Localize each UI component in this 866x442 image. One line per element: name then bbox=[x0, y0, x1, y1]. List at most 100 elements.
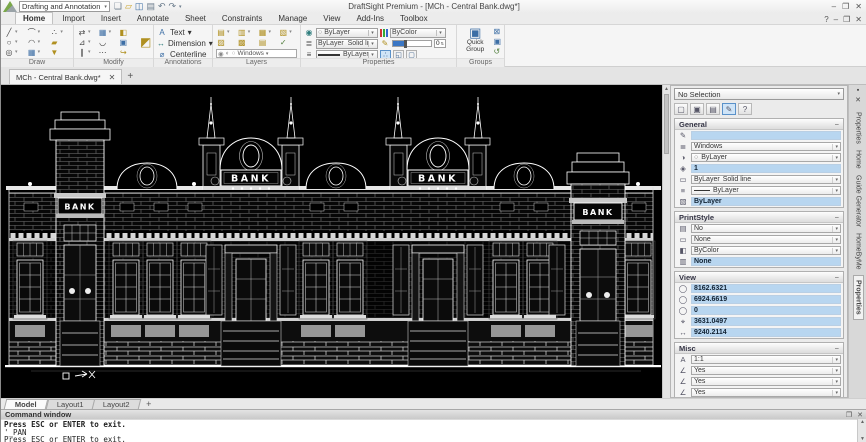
misc-combo-1[interactable]: Yes ▾ bbox=[691, 366, 841, 375]
sweep-tool-icon[interactable]: ◩ bbox=[140, 27, 151, 57]
tab-annotate[interactable]: Annotate bbox=[130, 13, 176, 24]
tab-sheet[interactable]: Sheet bbox=[178, 13, 213, 24]
edit-group-icon[interactable]: ▣ bbox=[493, 37, 501, 46]
section-misc-header[interactable]: Misc − bbox=[675, 343, 843, 354]
maximize-icon[interactable]: ❐ bbox=[842, 2, 849, 11]
transparency-spinner[interactable]: 0 ⇅ bbox=[434, 39, 446, 48]
layer-filter-combo[interactable]: ◉ ◐ ○ Windows ▾ bbox=[216, 49, 297, 58]
save-file-icon[interactable]: ◫ bbox=[135, 1, 144, 12]
tab-manage[interactable]: Manage bbox=[271, 13, 314, 24]
scroll-down-icon[interactable]: ▼ bbox=[858, 436, 866, 442]
palette-tool-2[interactable]: ▣ bbox=[690, 103, 704, 115]
layer-combo[interactable]: Windows ▾ bbox=[691, 142, 841, 151]
trim-tool-icon[interactable]: ◧ bbox=[118, 27, 137, 37]
tab-layout2[interactable]: Layout2 bbox=[92, 399, 142, 409]
transparency-field[interactable]: ByLayer bbox=[691, 197, 841, 206]
strip-close-icon[interactable]: ✕ bbox=[855, 96, 861, 104]
layer-match-icon[interactable]: ▩ bbox=[237, 37, 256, 47]
side-tab-properties-active[interactable]: Properties bbox=[852, 275, 864, 320]
side-tab-guide-generator[interactable]: Guide Generator bbox=[855, 175, 862, 227]
close-document-icon[interactable]: ✕ bbox=[109, 73, 116, 82]
height-value[interactable]: 3631.0497 bbox=[691, 317, 841, 326]
palette-tool-3[interactable]: ▤ bbox=[706, 103, 720, 115]
move-tool-icon[interactable]: ⇄ ▾ bbox=[77, 27, 96, 37]
side-tab-homebyme[interactable]: HomeByMe bbox=[855, 233, 862, 270]
minimize-icon[interactable]: – bbox=[832, 2, 836, 11]
transparency-slider[interactable] bbox=[392, 40, 432, 48]
layer-check-icon[interactable]: ✓ bbox=[278, 37, 297, 47]
layer-freeze-icon[interactable]: ▥ ▾ bbox=[237, 27, 256, 37]
color-field[interactable] bbox=[691, 131, 841, 140]
open-file-icon[interactable]: ▱ bbox=[125, 1, 132, 12]
polygon-tool-icon[interactable]: ▼ bbox=[49, 47, 70, 57]
document-tab[interactable]: MCh - Central Bank.dwg* ✕ bbox=[9, 69, 123, 84]
layer-off-icon[interactable]: ▦ ▾ bbox=[258, 27, 277, 37]
printstyle-field[interactable]: None bbox=[691, 257, 841, 266]
side-tab-properties[interactable]: Properties bbox=[855, 112, 862, 144]
table-tool-icon[interactable]: ▦ ▾ bbox=[27, 47, 48, 57]
mdi-close-icon[interactable]: ✕ bbox=[855, 15, 862, 24]
close-icon[interactable]: ✕ bbox=[855, 2, 862, 11]
command-close-icon[interactable]: ✕ bbox=[857, 411, 863, 419]
arc-tool-icon[interactable]: ⌒ ▾ bbox=[27, 27, 48, 37]
rotate-tool-icon[interactable]: ⊿ ▾ bbox=[77, 37, 96, 47]
printstyle-combo-1[interactable]: No ▾ bbox=[691, 224, 841, 233]
printstyle-combo-3[interactable]: ByColor ▾ bbox=[691, 246, 841, 255]
scrollbar-thumb[interactable] bbox=[664, 94, 669, 154]
linestyle-combo[interactable]: ByLayer Solid line ▾ bbox=[691, 175, 841, 184]
new-document-tab-button[interactable]: + bbox=[122, 69, 138, 84]
pattern-tool-icon[interactable]: ▦ ▾ bbox=[98, 27, 117, 37]
command-history[interactable]: Press ESC or ENTER to exit. '_PAN Press … bbox=[1, 419, 857, 442]
float-icon[interactable]: ❐ bbox=[846, 411, 852, 419]
layer-lock-icon[interactable]: ▨ bbox=[216, 37, 235, 47]
tab-import[interactable]: Import bbox=[55, 13, 92, 24]
pin-icon[interactable]: ▪ bbox=[857, 87, 859, 94]
regroup-icon[interactable]: ↺ bbox=[493, 47, 501, 56]
scale-tool-icon[interactable]: ∥ ▾ bbox=[77, 47, 96, 57]
annotation-scale-combo[interactable]: 1:1 ▾ bbox=[691, 355, 841, 364]
palette-select-tool[interactable]: ✎ bbox=[722, 103, 736, 115]
tab-add-ins[interactable]: Add-Ins bbox=[349, 13, 391, 24]
help-icon[interactable]: ? bbox=[824, 15, 828, 24]
command-window-header[interactable]: Command window ❐ ✕ bbox=[1, 409, 866, 419]
linescale-field[interactable]: 1 bbox=[691, 164, 841, 173]
canvas-scrollbar[interactable]: ▲ bbox=[662, 85, 670, 398]
drawing-canvas[interactable]: BANK BANK BANK BANK bbox=[1, 85, 662, 398]
side-tab-home[interactable]: Home bbox=[855, 150, 862, 169]
lineweight-combo[interactable]: ByLayer ▾ bbox=[691, 186, 841, 195]
dimension-tool[interactable]: ↔ Dimension ▾ bbox=[157, 38, 213, 49]
print-icon[interactable]: ▤ bbox=[146, 1, 155, 12]
selection-combo[interactable]: No Selection ▾ bbox=[674, 88, 844, 100]
misc-combo-2[interactable]: Yes ▾ bbox=[691, 377, 841, 386]
add-sheet-button[interactable]: + bbox=[146, 399, 151, 409]
scroll-up-icon[interactable]: ▲ bbox=[663, 85, 670, 93]
layer-isolate-icon[interactable]: ▧ ▾ bbox=[278, 27, 297, 37]
workspace-selector[interactable]: Drafting and Annotation ▾ bbox=[19, 1, 110, 12]
tab-home[interactable]: Home bbox=[15, 12, 54, 24]
fillet-tool-icon[interactable]: ◡ bbox=[98, 37, 117, 47]
linecolor-combo[interactable]: ○ ByLayer ▾ bbox=[691, 153, 841, 162]
tab-constraints[interactable]: Constraints bbox=[215, 13, 269, 24]
center-x-value[interactable]: 8162.6321 bbox=[691, 284, 841, 293]
mdi-minimize-icon[interactable]: – bbox=[834, 15, 838, 24]
tab-view[interactable]: View bbox=[316, 13, 347, 24]
center-z-value[interactable]: 0 bbox=[691, 306, 841, 315]
redo-icon[interactable]: ↷ bbox=[169, 1, 177, 12]
line-tool-icon[interactable]: ╱ ▾ bbox=[4, 27, 25, 37]
by-color-combo[interactable]: ByColor ▾ bbox=[390, 27, 446, 38]
ring-tool-icon[interactable]: ◎ ▾ bbox=[4, 47, 25, 57]
text-tool[interactable]: A Text ▾ bbox=[157, 27, 209, 38]
offset-tool-icon[interactable]: ↪ bbox=[118, 47, 137, 57]
line-color-combo[interactable]: ○ ByLayer ▾ bbox=[316, 27, 378, 38]
new-file-icon[interactable]: ❏ bbox=[114, 1, 122, 12]
undo-icon[interactable]: ↶ bbox=[158, 1, 166, 12]
quick-group-button[interactable]: ▣ Quick Group bbox=[460, 26, 490, 57]
linestyle-combo[interactable]: ByLayer Solid line ▾ bbox=[316, 38, 378, 49]
more-modify-icon[interactable]: ⋯ bbox=[98, 47, 117, 57]
command-scrollbar[interactable]: ▲ ▼ bbox=[857, 419, 866, 442]
tab-insert[interactable]: Insert bbox=[94, 13, 128, 24]
layer-properties-icon[interactable]: ▤ ▾ bbox=[216, 27, 235, 37]
section-general-header[interactable]: General − bbox=[675, 119, 843, 130]
ungroup-icon[interactable]: ⊠ bbox=[493, 27, 501, 36]
mdi-restore-icon[interactable]: ❐ bbox=[843, 15, 850, 24]
